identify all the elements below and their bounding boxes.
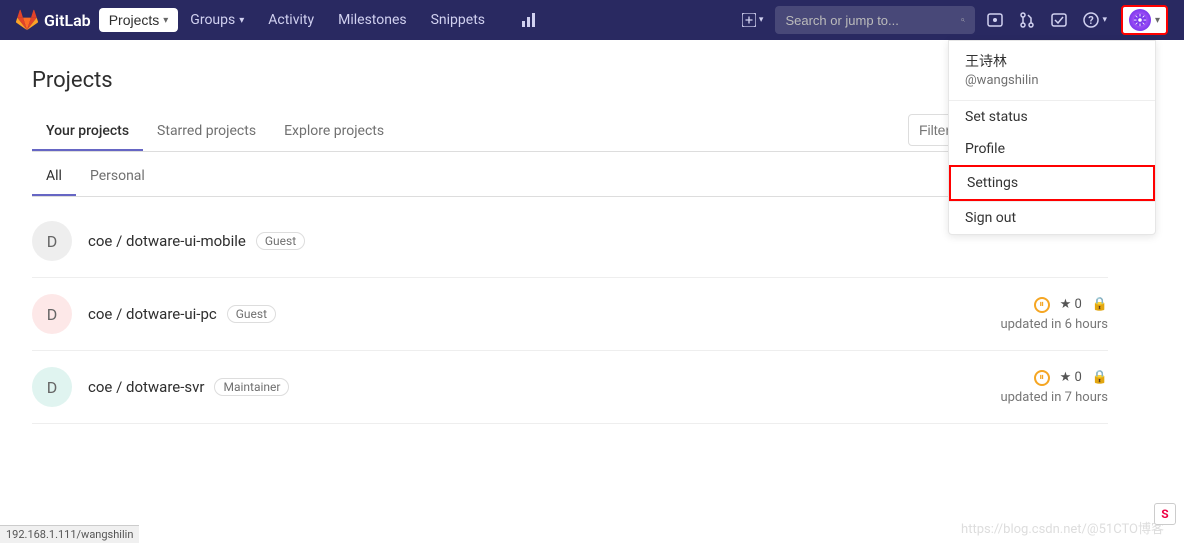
project-role-badge: Guest xyxy=(227,305,276,323)
project-role-badge: Maintainer xyxy=(214,378,289,396)
user-dropdown-header: 王诗林 @wangshilin xyxy=(949,41,1155,101)
project-avatar: D xyxy=(32,367,72,407)
lock-icon: 🔒 xyxy=(1092,370,1108,385)
todos-icon[interactable] xyxy=(1043,12,1075,28)
nav-activity[interactable]: Activity xyxy=(256,12,326,28)
updated-text: updated in 7 hours xyxy=(1000,390,1108,405)
menu-settings[interactable]: Settings xyxy=(949,165,1155,201)
page-title: Projects xyxy=(32,68,1108,93)
project-avatar: D xyxy=(32,221,72,261)
menu-set-status[interactable]: Set status xyxy=(949,101,1155,133)
chevron-down-icon: ▾ xyxy=(163,15,168,26)
chevron-down-icon: ▾ xyxy=(1102,15,1107,25)
project-row[interactable]: D coe / dotware-ui-mobile Guest xyxy=(32,205,1108,278)
project-avatar: D xyxy=(32,294,72,334)
project-tabs: Your projects Starred projects Explore p… xyxy=(32,113,1108,152)
menu-profile[interactable]: Profile xyxy=(949,133,1155,165)
brand-text: GitLab xyxy=(44,11,91,30)
menu-sign-out[interactable]: Sign out xyxy=(949,202,1155,234)
nav-milestones[interactable]: Milestones xyxy=(326,12,419,28)
merge-requests-icon[interactable] xyxy=(1011,12,1043,28)
project-stats: ⏸ ★ 0 🔒 updated in 7 hours xyxy=(1000,370,1108,405)
pipeline-pending-icon[interactable]: ⏸ xyxy=(1034,297,1050,313)
top-nav: GitLab Projects ▾ Groups ▾ Activity Mile… xyxy=(0,0,1184,40)
star-count[interactable]: ★ 0 xyxy=(1060,297,1082,312)
projects-dropdown[interactable]: Projects ▾ xyxy=(99,8,179,32)
status-bar: 192.168.1.111/wangshilin xyxy=(0,525,139,543)
watermark: https://blog.csdn.net/@51CTO博客 xyxy=(961,518,1164,537)
project-path[interactable]: coe / dotware-svr xyxy=(88,378,204,396)
tab-starred-projects[interactable]: Starred projects xyxy=(143,113,270,151)
project-subtabs: All Personal xyxy=(32,158,1108,197)
gitlab-icon xyxy=(16,9,38,31)
pipeline-pending-icon[interactable]: ⏸ xyxy=(1034,370,1050,386)
project-list: D coe / dotware-ui-mobile Guest D coe / … xyxy=(32,205,1108,424)
project-role-badge: Guest xyxy=(256,232,305,250)
search-icon xyxy=(961,13,965,27)
analytics-icon[interactable] xyxy=(513,12,545,28)
search-box[interactable] xyxy=(775,6,975,34)
search-input[interactable] xyxy=(785,13,961,28)
avatar-icon xyxy=(1129,9,1151,31)
user-display-name: 王诗林 xyxy=(965,51,1139,71)
subtab-all[interactable]: All xyxy=(32,158,76,196)
gitlab-logo[interactable]: GitLab xyxy=(16,9,91,31)
star-count[interactable]: ★ 0 xyxy=(1060,370,1082,385)
tab-your-projects[interactable]: Your projects xyxy=(32,113,143,151)
chevron-down-icon: ▾ xyxy=(239,15,244,26)
project-path[interactable]: coe / dotware-ui-mobile xyxy=(88,232,246,250)
chevron-down-icon: ▾ xyxy=(1155,15,1160,26)
updated-text: updated in 6 hours xyxy=(1000,317,1108,332)
projects-label: Projects xyxy=(109,12,160,28)
user-username: @wangshilin xyxy=(965,73,1139,88)
lock-icon: 🔒 xyxy=(1092,297,1108,312)
groups-label: Groups xyxy=(190,12,235,28)
tab-explore-projects[interactable]: Explore projects xyxy=(270,113,398,151)
groups-dropdown[interactable]: Groups ▾ xyxy=(178,12,256,28)
plus-dropdown[interactable]: ▾ xyxy=(734,13,772,27)
user-dropdown-menu: 王诗林 @wangshilin Set status Profile Setti… xyxy=(948,40,1156,235)
chevron-down-icon: ▾ xyxy=(759,15,764,25)
float-badge-icon[interactable]: S xyxy=(1154,503,1176,525)
issues-icon[interactable] xyxy=(979,12,1011,28)
user-avatar-dropdown[interactable]: ▾ xyxy=(1121,5,1168,35)
project-row[interactable]: D coe / dotware-svr Maintainer ⏸ ★ 0 🔒 u… xyxy=(32,351,1108,424)
project-path[interactable]: coe / dotware-ui-pc xyxy=(88,305,217,323)
project-row[interactable]: D coe / dotware-ui-pc Guest ⏸ ★ 0 🔒 upda… xyxy=(32,278,1108,351)
svg-text:?: ? xyxy=(1089,14,1095,27)
help-dropdown[interactable]: ? ▾ xyxy=(1075,12,1115,28)
nav-snippets[interactable]: Snippets xyxy=(419,12,497,28)
subtab-personal[interactable]: Personal xyxy=(76,158,159,196)
project-stats: ⏸ ★ 0 🔒 updated in 6 hours xyxy=(1000,297,1108,332)
